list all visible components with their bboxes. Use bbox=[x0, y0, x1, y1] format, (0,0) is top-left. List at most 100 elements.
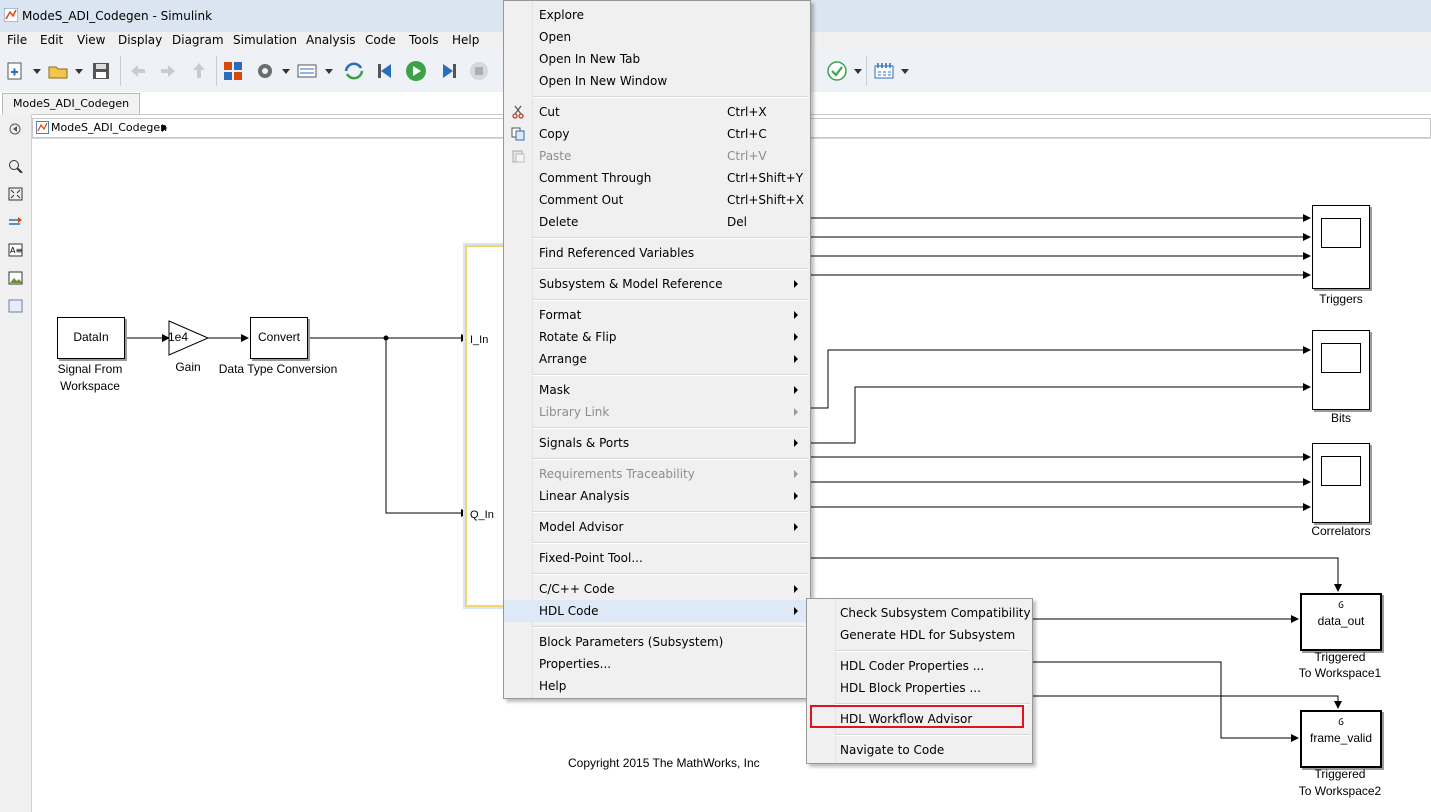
menu-open-in-new-tab[interactable]: Open In New Tab bbox=[504, 48, 810, 70]
address-bar-right bbox=[810, 118, 1431, 138]
menu-hdl-block-properties[interactable]: HDL Block Properties ... bbox=[807, 677, 1032, 699]
menu-open-in-new-window[interactable]: Open In New Window bbox=[504, 70, 810, 92]
menu-cut[interactable]: Cut Ctrl+X bbox=[504, 101, 810, 123]
scope-screen bbox=[1321, 218, 1361, 248]
menu-file[interactable]: File bbox=[7, 33, 27, 47]
menu-comment-through[interactable]: Comment Through Ctrl+Shift+Y bbox=[504, 167, 810, 189]
simulation-data-inspector-icon[interactable] bbox=[873, 60, 895, 82]
menu-item-label: Comment Through bbox=[539, 171, 652, 185]
breadcrumb-chevron-icon[interactable] bbox=[162, 124, 167, 132]
signal-from-workspace-block[interactable]: DataIn bbox=[57, 317, 125, 359]
zoom-icon[interactable] bbox=[8, 159, 23, 173]
menu-comment-out[interactable]: Comment Out Ctrl+Shift+X bbox=[504, 189, 810, 211]
advisor-dropdown-arrow[interactable] bbox=[854, 69, 862, 74]
menu-format[interactable]: Format bbox=[504, 304, 810, 326]
frame-valid-block[interactable]: ⳓ frame_valid bbox=[1300, 710, 1382, 768]
gear-icon[interactable] bbox=[254, 60, 276, 82]
menu-edit[interactable]: Edit bbox=[40, 33, 63, 47]
run-play-icon[interactable] bbox=[405, 60, 427, 82]
menu-signals-ports[interactable]: Signals & Ports bbox=[504, 432, 810, 454]
save-icon[interactable] bbox=[90, 60, 112, 82]
menu-item-label: Paste bbox=[539, 149, 572, 163]
menu-subsystem-model-reference[interactable]: Subsystem & Model Reference bbox=[504, 273, 810, 295]
image-annotation-icon[interactable] bbox=[8, 271, 23, 285]
forward-arrow-icon[interactable] bbox=[157, 60, 179, 82]
menu-diagram[interactable]: Diagram bbox=[172, 33, 224, 47]
up-arrow-icon[interactable] bbox=[188, 60, 210, 82]
model-explorer-icon[interactable] bbox=[296, 60, 318, 82]
submenu-arrow-icon bbox=[794, 386, 798, 394]
menu-fixed-point-tool[interactable]: Fixed-Point Tool... bbox=[504, 547, 810, 569]
data-out-block[interactable]: ⳓ data_out bbox=[1300, 593, 1382, 651]
trigger-icon: ⳓ bbox=[1338, 717, 1344, 728]
area-icon[interactable] bbox=[8, 299, 23, 313]
menu-hdl-coder-properties[interactable]: HDL Coder Properties ... bbox=[807, 655, 1032, 677]
data-type-conversion-block[interactable]: Convert bbox=[250, 317, 308, 359]
menu-code[interactable]: Code bbox=[365, 33, 396, 47]
menu-check-subsystem-compatibility[interactable]: Check Subsystem Compatibility bbox=[807, 602, 1032, 624]
menu-view[interactable]: View bbox=[77, 33, 105, 47]
block-label: Triggers bbox=[1319, 292, 1363, 306]
menu-block-parameters[interactable]: Block Parameters (Subsystem) bbox=[504, 631, 810, 653]
simulink-app-icon bbox=[4, 8, 18, 22]
menu-item-label: Subsystem & Model Reference bbox=[539, 277, 723, 291]
menu-shortcut: Ctrl+C bbox=[727, 127, 767, 141]
correlators-scope-block[interactable] bbox=[1312, 443, 1370, 523]
hide-explorer-icon[interactable] bbox=[8, 122, 23, 136]
menu-explore[interactable]: Explore bbox=[504, 4, 810, 26]
explorer-dropdown-arrow[interactable] bbox=[325, 69, 333, 74]
menu-open[interactable]: Open bbox=[504, 26, 810, 48]
menu-separator bbox=[532, 237, 808, 239]
annotation-icon[interactable]: A≡ bbox=[8, 243, 23, 257]
menu-separator bbox=[532, 299, 808, 301]
menu-shortcut: Ctrl+Shift+X bbox=[727, 193, 804, 207]
menu-simulation[interactable]: Simulation bbox=[233, 33, 297, 47]
model-advisor-check-icon[interactable] bbox=[826, 60, 848, 82]
menu-analysis[interactable]: Analysis bbox=[306, 33, 355, 47]
menu-delete[interactable]: Delete Del bbox=[504, 211, 810, 233]
menu-item-label: Fixed-Point Tool... bbox=[539, 551, 643, 565]
bits-scope-block[interactable] bbox=[1312, 330, 1370, 410]
menu-help[interactable]: Help bbox=[452, 33, 479, 47]
menu-linear-analysis[interactable]: Linear Analysis bbox=[504, 485, 810, 507]
menu-rotate-flip[interactable]: Rotate & Flip bbox=[504, 326, 810, 348]
menu-display[interactable]: Display bbox=[118, 33, 162, 47]
new-dropdown-arrow[interactable] bbox=[33, 69, 41, 74]
menu-properties[interactable]: Properties... bbox=[504, 653, 810, 675]
menu-hdl-code[interactable]: HDL Code bbox=[504, 600, 810, 622]
breadcrumb[interactable]: ModeS_ADI_Codegen bbox=[32, 118, 512, 138]
back-arrow-icon[interactable] bbox=[127, 60, 149, 82]
menu-arrange[interactable]: Arrange bbox=[504, 348, 810, 370]
library-browser-icon[interactable] bbox=[222, 60, 244, 82]
block-label: Triggered bbox=[1314, 767, 1366, 781]
submenu-arrow-icon bbox=[794, 280, 798, 288]
open-dropdown-arrow[interactable] bbox=[75, 69, 83, 74]
menu-model-advisor[interactable]: Model Advisor bbox=[504, 516, 810, 538]
block-label: Workspace bbox=[60, 379, 120, 393]
menu-tools[interactable]: Tools bbox=[409, 33, 439, 47]
stop-icon[interactable] bbox=[468, 60, 490, 82]
open-folder-icon[interactable] bbox=[47, 60, 69, 82]
triggers-scope-block[interactable] bbox=[1312, 205, 1370, 289]
toolbar-separator bbox=[120, 56, 121, 86]
menu-navigate-to-code[interactable]: Navigate to Code bbox=[807, 739, 1032, 761]
menu-shortcut: Ctrl+X bbox=[727, 105, 767, 119]
menu-item-label: HDL Coder Properties ... bbox=[840, 659, 985, 673]
toolbar-separator bbox=[216, 56, 217, 86]
inspector-dropdown-arrow[interactable] bbox=[901, 69, 909, 74]
menu-mask[interactable]: Mask bbox=[504, 379, 810, 401]
menu-copy[interactable]: Copy Ctrl+C bbox=[504, 123, 810, 145]
menu-c-cpp-code[interactable]: C/C++ Code bbox=[504, 578, 810, 600]
menu-find-referenced-variables[interactable]: Find Referenced Variables bbox=[504, 242, 810, 264]
menu-generate-hdl-for-subsystem[interactable]: Generate HDL for Subsystem bbox=[807, 624, 1032, 646]
block-label: To Workspace2 bbox=[1298, 784, 1382, 798]
new-model-icon[interactable] bbox=[5, 60, 27, 82]
step-forward-icon[interactable] bbox=[437, 60, 459, 82]
step-back-icon[interactable] bbox=[375, 60, 397, 82]
update-diagram-icon[interactable] bbox=[343, 60, 365, 82]
signal-line-icon[interactable] bbox=[8, 215, 23, 229]
menu-help-item[interactable]: Help bbox=[504, 675, 810, 697]
tab-model[interactable]: ModeS_ADI_Codegen bbox=[2, 93, 141, 114]
fit-to-view-icon[interactable] bbox=[8, 187, 23, 201]
settings-dropdown-arrow[interactable] bbox=[282, 69, 290, 74]
